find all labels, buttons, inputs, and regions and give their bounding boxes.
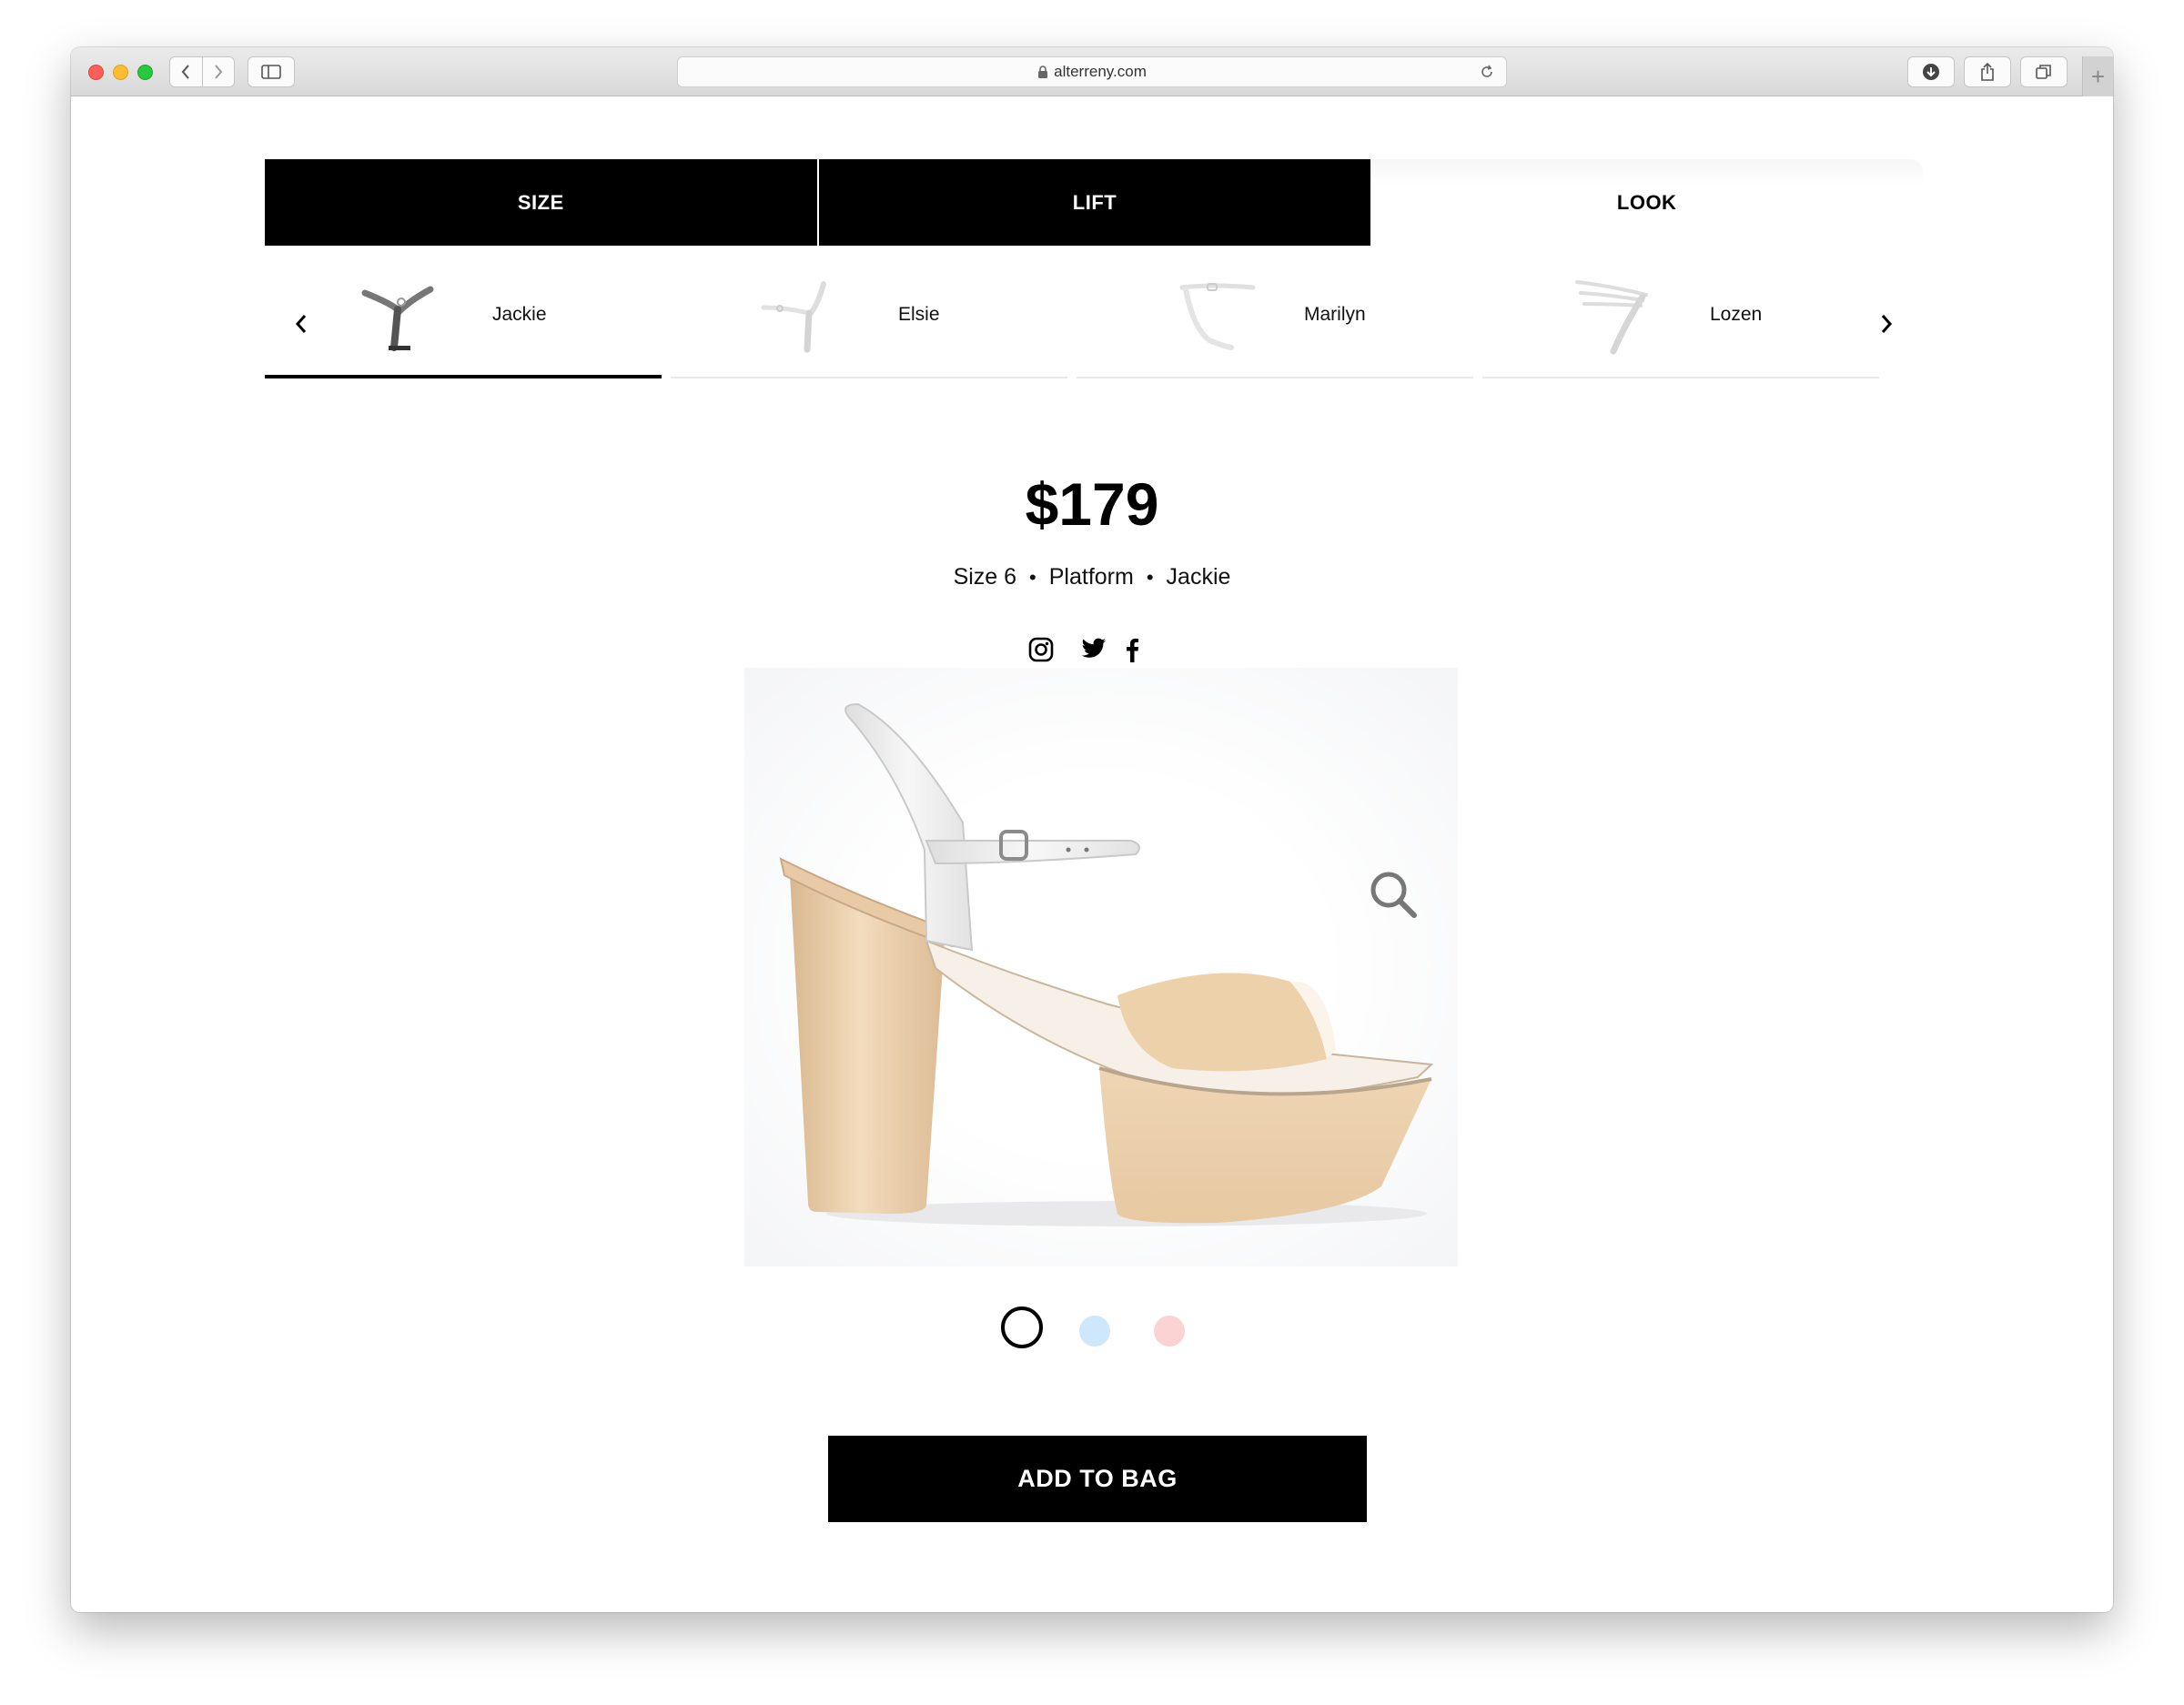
share-icon (1981, 62, 1994, 81)
chevron-right-icon (1881, 315, 1893, 333)
sidebar-icon (261, 65, 281, 79)
spec-lift: Platform (1048, 564, 1134, 590)
swatch-pink[interactable] (1154, 1316, 1185, 1347)
product-specs: Size 6 • Platform • Jackie (71, 564, 2113, 590)
style-name: Marilyn (1304, 304, 1366, 325)
style-name: Elsie (898, 304, 940, 325)
style-option-elsie[interactable]: Elsie (671, 269, 1067, 378)
swatch-blue[interactable] (1079, 1316, 1110, 1347)
inactive-indicator (1077, 377, 1473, 378)
style-option-lozen[interactable]: Lozen (1482, 269, 1879, 378)
swatch-nude[interactable] (1001, 1306, 1043, 1348)
style-name: Lozen (1710, 304, 1763, 325)
style-option-marilyn[interactable]: Marilyn (1077, 269, 1473, 378)
browser-window: alterreny.com + SIZE LIFT LOOK Jackie El… (71, 47, 2113, 1612)
forward-button[interactable] (201, 57, 235, 86)
add-to-bag-button[interactable]: ADD TO BAG (828, 1436, 1367, 1522)
sidebar-button[interactable] (248, 56, 295, 87)
forward-icon (214, 65, 223, 79)
share-button[interactable] (1964, 56, 2011, 87)
lozen-thumbnail (1575, 280, 1648, 355)
sandal-illustration (779, 702, 1434, 1226)
browser-toolbar: alterreny.com + (71, 47, 2113, 96)
page-content: SIZE LIFT LOOK Jackie Elsie Marilyn Loze… (71, 96, 2113, 1612)
style-name: Jackie (492, 304, 547, 325)
elsie-thumbnail (761, 281, 826, 353)
tab-overview-button[interactable] (2020, 56, 2068, 87)
product-price: $179 (1025, 470, 1159, 538)
configurator-steps: SIZE LIFT LOOK (265, 159, 1924, 246)
zoom-window-button[interactable] (137, 65, 153, 80)
facebook-icon[interactable] (1125, 637, 1139, 662)
reload-icon[interactable] (1479, 64, 1495, 80)
inactive-indicator (671, 377, 1067, 378)
marilyn-thumbnail (1179, 283, 1256, 350)
tab-look[interactable]: LOOK (1370, 159, 1924, 246)
carousel-next-button[interactable] (1868, 306, 1905, 342)
tabs-icon (2036, 65, 2051, 79)
spec-separator: • (1029, 566, 1036, 589)
tab-lift[interactable]: LIFT (816, 159, 1371, 246)
back-icon (181, 65, 190, 79)
social-share (1026, 637, 1139, 670)
address-bar[interactable]: alterreny.com (677, 56, 1507, 87)
instagram-icon[interactable] (1028, 637, 1054, 662)
download-icon (1923, 64, 1939, 80)
color-swatches (1001, 1306, 1219, 1352)
carousel-prev-button[interactable] (283, 306, 319, 342)
style-option-jackie[interactable]: Jackie (265, 269, 662, 378)
history-nav (169, 56, 235, 87)
style-carousel: Jackie Elsie Marilyn Lozen (265, 269, 1923, 378)
tab-size[interactable]: SIZE (265, 159, 817, 246)
lock-icon (1037, 65, 1048, 79)
close-window-button[interactable] (88, 65, 104, 80)
spec-separator: • (1146, 566, 1154, 589)
product-image[interactable] (744, 668, 1458, 1266)
twitter-icon[interactable] (1081, 637, 1107, 661)
jackie-thumbnail (361, 286, 434, 351)
new-tab-icon[interactable]: + (2082, 56, 2113, 96)
chevron-left-icon (295, 315, 307, 333)
spec-look: Jackie (1166, 564, 1231, 590)
url-text: alterreny.com (1054, 63, 1147, 80)
magnifier-icon[interactable] (1369, 870, 1418, 923)
spec-size: Size 6 (953, 564, 1017, 590)
downloads-button[interactable] (1907, 56, 1955, 87)
minimize-window-button[interactable] (113, 65, 128, 80)
back-button[interactable] (170, 57, 202, 86)
inactive-indicator (1482, 377, 1879, 378)
active-indicator (265, 375, 662, 378)
